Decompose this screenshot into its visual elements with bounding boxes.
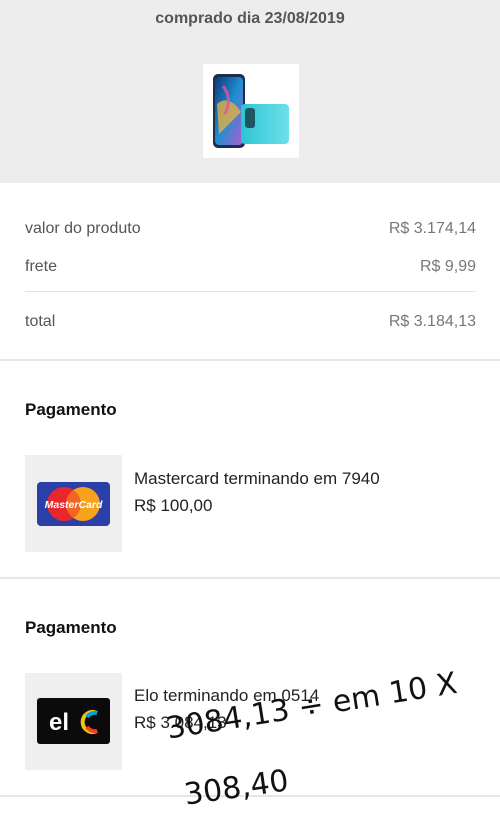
svg-text:MasterCard: MasterCard — [45, 499, 103, 511]
svg-text:elo: elo — [73, 758, 75, 760]
total-value: R$ 3.184,13 — [388, 313, 476, 330]
purchase-date: comprado dia 23/08/2019 — [155, 10, 345, 27]
product-value-label: valor do produto — [25, 220, 141, 237]
section-divider — [0, 577, 500, 579]
product-value: R$ 3.174,14 — [388, 220, 476, 237]
handwritten-calculation: 3084,13 ÷ em 10 X — [164, 666, 460, 747]
svg-text:el: el — [49, 709, 69, 736]
summary-divider — [25, 291, 476, 292]
section-divider — [0, 359, 500, 361]
shipping-value: R$ 9,99 — [419, 258, 476, 275]
phone-product-icon — [213, 74, 289, 148]
elo-icon: el elo — [37, 698, 110, 760]
shipping-row: frete R$ 9,99 — [25, 258, 476, 282]
mastercard-icon: MasterCard — [37, 482, 110, 526]
mastercard-logo-box: MasterCard — [25, 455, 122, 552]
elo-logo-box: el elo — [25, 673, 122, 770]
payment-card-name-1: Mastercard terminando em 7940 — [134, 469, 380, 488]
product-value-row: valor do produto R$ 3.174,14 — [25, 220, 476, 244]
shipping-label: frete — [25, 258, 58, 275]
payment-title-2: Pagamento — [25, 618, 117, 637]
total-label: total — [25, 313, 56, 330]
product-image[interactable] — [203, 64, 299, 158]
payment-title-1: Pagamento — [25, 400, 117, 419]
payment-amount-1: R$ 100,00 — [134, 496, 213, 515]
total-row: total R$ 3.184,13 — [25, 313, 476, 337]
handwritten-result: 308,40 — [182, 763, 291, 813]
purchase-header: comprado dia 23/08/2019 — [0, 0, 500, 183]
